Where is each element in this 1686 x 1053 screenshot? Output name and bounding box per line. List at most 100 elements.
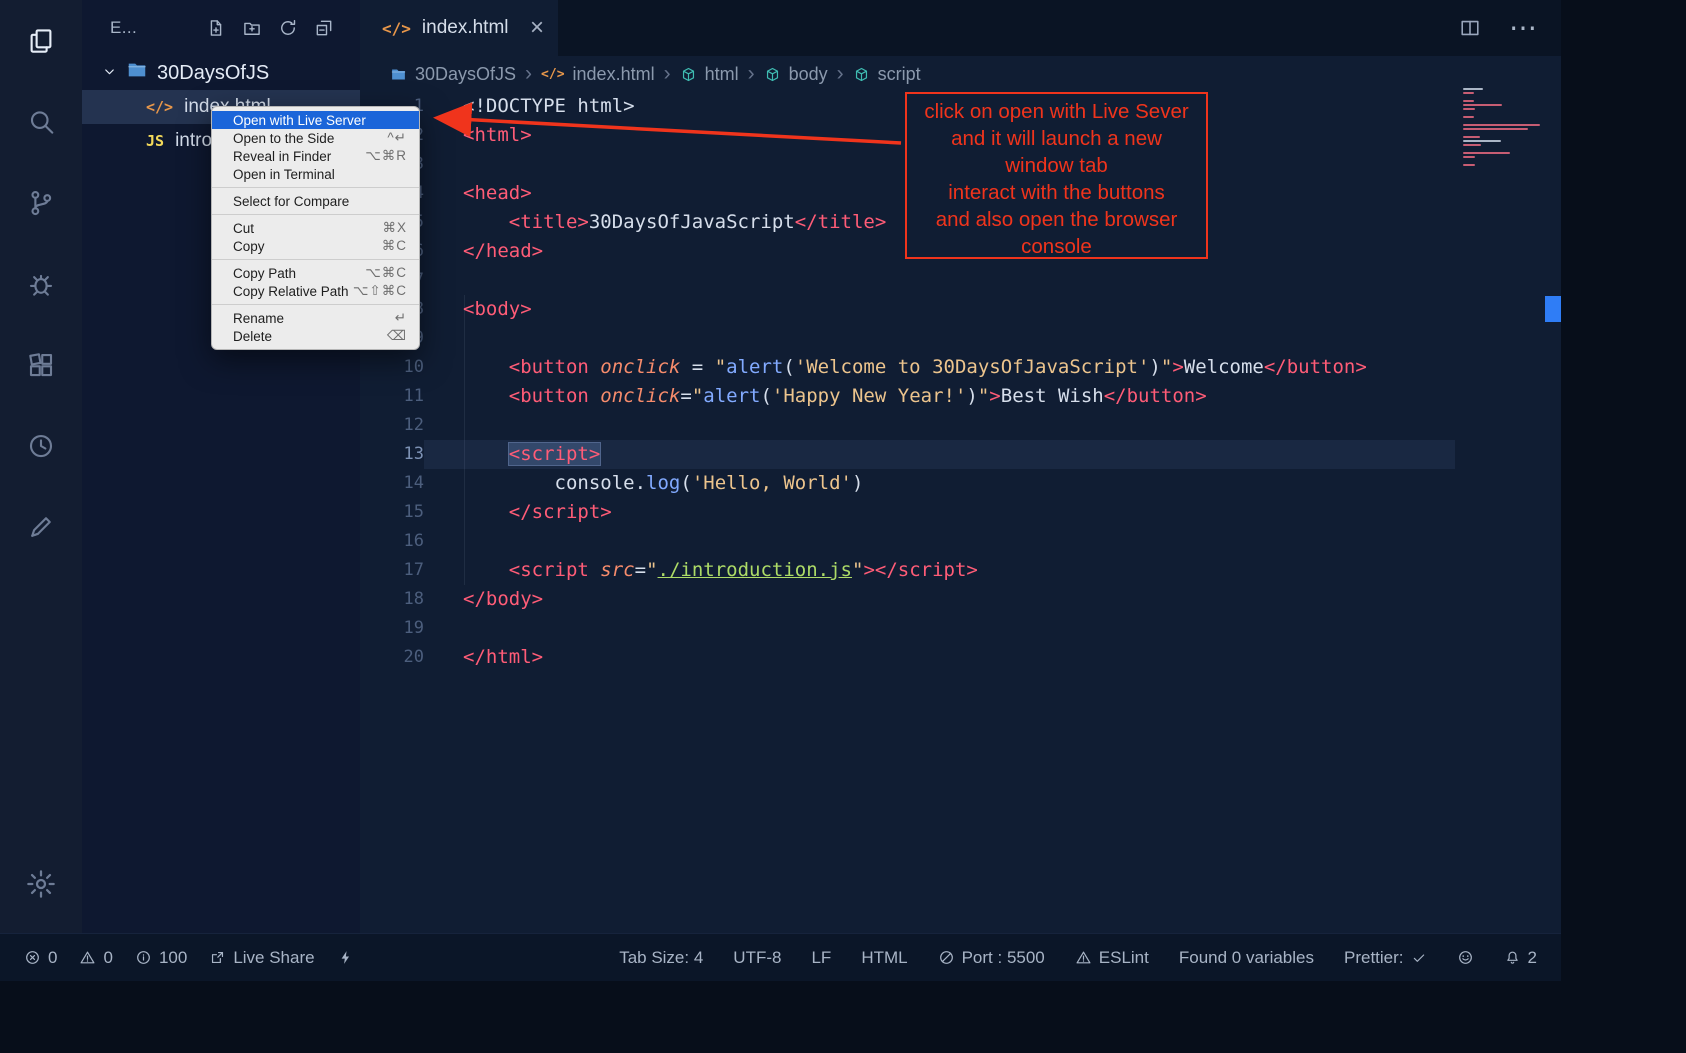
breadcrumb-label: index.html (573, 64, 655, 85)
activity-source-control[interactable] (14, 176, 68, 230)
code-line-14[interactable]: 14 console.log('Hello, World') (360, 469, 1455, 498)
collapse-all-button[interactable] (314, 18, 334, 38)
close-icon[interactable]: × (530, 16, 544, 40)
breadcrumb-separator: › (739, 62, 764, 86)
line-number: 17 (360, 556, 424, 585)
menu-item-copy-relative-path[interactable]: Copy Relative Path⌥⇧⌘C (212, 282, 419, 300)
menu-item-select-for-compare[interactable]: Select for Compare (212, 192, 419, 210)
activity-extensions[interactable] (14, 338, 68, 392)
new-folder-button[interactable] (242, 18, 262, 38)
activity-history[interactable] (14, 419, 68, 473)
smiley-icon (1457, 949, 1474, 966)
code-line-11[interactable]: 11 <button onclick="alert('Happy New Yea… (360, 382, 1455, 411)
menu-item-copy-path[interactable]: Copy Path⌥⌘C (212, 264, 419, 282)
minimap[interactable] (1463, 88, 1545, 168)
status-100[interactable]: 100 (135, 948, 187, 968)
indent-guide (464, 295, 465, 585)
activity-bar-bottom (14, 857, 68, 911)
status-2[interactable]: 2 (1504, 948, 1537, 968)
status-0[interactable]: 0 (79, 948, 112, 968)
code-line-8[interactable]: 8<body> (360, 295, 1455, 324)
run-debug-icon (26, 269, 56, 299)
breadcrumb-separator: › (828, 62, 853, 86)
share-icon (209, 949, 226, 966)
code-line-17[interactable]: 17 <script src="./introduction.js"></scr… (360, 556, 1455, 585)
context-menu: Open with Live ServerOpen to the Side^↵R… (211, 106, 420, 350)
breadcrumb-html[interactable]: html (680, 64, 739, 85)
breadcrumb-label: 30DaysOfJS (415, 64, 516, 85)
explorer-header: E... (82, 0, 360, 56)
html-file-icon: </> (382, 19, 411, 38)
warning-icon (1075, 949, 1092, 966)
status-lf[interactable]: LF (811, 948, 831, 968)
code-line-15[interactable]: 15 </script> (360, 498, 1455, 527)
info-icon (135, 949, 152, 966)
extensions-icon (26, 350, 56, 380)
code-line-20[interactable]: 20</html> (360, 643, 1455, 672)
menu-item-copy[interactable]: Copy⌘C (212, 237, 419, 255)
status-smiley[interactable] (1457, 949, 1474, 966)
status-port-5500[interactable]: Port : 5500 (938, 948, 1045, 968)
code-line-9[interactable]: 9 (360, 324, 1455, 353)
status-eslint[interactable]: ESLint (1075, 948, 1149, 968)
code-line-7[interactable]: 7 (360, 266, 1455, 295)
annotation-text: click on open with Live Severand it will… (907, 98, 1206, 260)
code-line-16[interactable]: 16 (360, 527, 1455, 556)
activity-run-debug[interactable] (14, 257, 68, 311)
refresh-button[interactable] (278, 18, 298, 38)
code-line-10[interactable]: 10 <button onclick = "alert('Welcome to … (360, 353, 1455, 382)
status-lightning[interactable] (337, 949, 354, 966)
menu-item-delete[interactable]: Delete⌫ (212, 327, 419, 345)
folder-row-30daysofjs[interactable]: 30DaysOfJS (82, 56, 360, 90)
more-actions-icon[interactable]: ⋯ (1509, 14, 1537, 42)
status-utf-8[interactable]: UTF-8 (733, 948, 781, 968)
breadcrumb-script[interactable]: script (853, 64, 921, 85)
split-editor-icon[interactable] (1459, 17, 1481, 39)
new-file-icon (206, 18, 226, 38)
activity-settings[interactable] (14, 857, 68, 911)
line-number: 13 (360, 440, 424, 469)
status-found-0-variables[interactable]: Found 0 variables (1179, 948, 1314, 968)
breadcrumb-30daysofjs[interactable]: 30DaysOfJS (390, 64, 516, 85)
tab-index-html[interactable]: </> index.html × (360, 0, 558, 56)
code-line-18[interactable]: 18</body> (360, 585, 1455, 614)
breadcrumb-body[interactable]: body (764, 64, 828, 85)
status-tab-size-4[interactable]: Tab Size: 4 (619, 948, 703, 968)
folder-icon (390, 66, 407, 83)
scrollbar-marker[interactable] (1545, 296, 1561, 322)
status-html[interactable]: HTML (861, 948, 907, 968)
vscode-window: E... 30DaysOfJS </>index.htmlJSintroduct… (0, 0, 1561, 981)
code-line-12[interactable]: 12 (360, 411, 1455, 440)
menu-item-open-to-the-side[interactable]: Open to the Side^↵ (212, 129, 419, 147)
status-0[interactable]: 0 (24, 948, 57, 968)
menu-item-open-with-live-server[interactable]: Open with Live Server (212, 111, 419, 129)
explorer-actions (206, 18, 334, 38)
breadcrumb-separator: › (516, 62, 541, 86)
annotation-box: click on open with Live Severand it will… (905, 92, 1208, 259)
menu-item-cut[interactable]: Cut⌘X (212, 219, 419, 237)
code-line-13[interactable]: 13 <script> (360, 440, 1455, 469)
activity-bar (0, 0, 82, 933)
menu-item-open-in-terminal[interactable]: Open in Terminal (212, 165, 419, 183)
status-live-share[interactable]: Live Share (209, 948, 314, 968)
activity-search[interactable] (14, 95, 68, 149)
activity-explorer[interactable] (14, 14, 68, 68)
status-left: 0 0 100 Live Share (24, 948, 354, 968)
folder-icon (126, 59, 148, 87)
menu-item-reveal-in-finder[interactable]: Reveal in Finder⌥⌘R (212, 147, 419, 165)
menu-separator (212, 214, 419, 215)
new-file-button[interactable] (206, 18, 226, 38)
activity-edit[interactable] (14, 500, 68, 554)
menu-item-rename[interactable]: Rename↵ (212, 309, 419, 327)
annotation-line: and also open the browser (907, 206, 1206, 233)
port-icon (938, 949, 955, 966)
line-number: 11 (360, 382, 424, 411)
status-prettier[interactable]: Prettier: (1344, 948, 1427, 968)
new-folder-icon (242, 18, 262, 38)
code-line-19[interactable]: 19 (360, 614, 1455, 643)
breadcrumb-index-html[interactable]: </>index.html (541, 64, 655, 85)
symbol-icon (853, 66, 870, 83)
annotation-line: console (907, 233, 1206, 260)
annotation-line: interact with the buttons (907, 179, 1206, 206)
search-icon (26, 107, 56, 137)
